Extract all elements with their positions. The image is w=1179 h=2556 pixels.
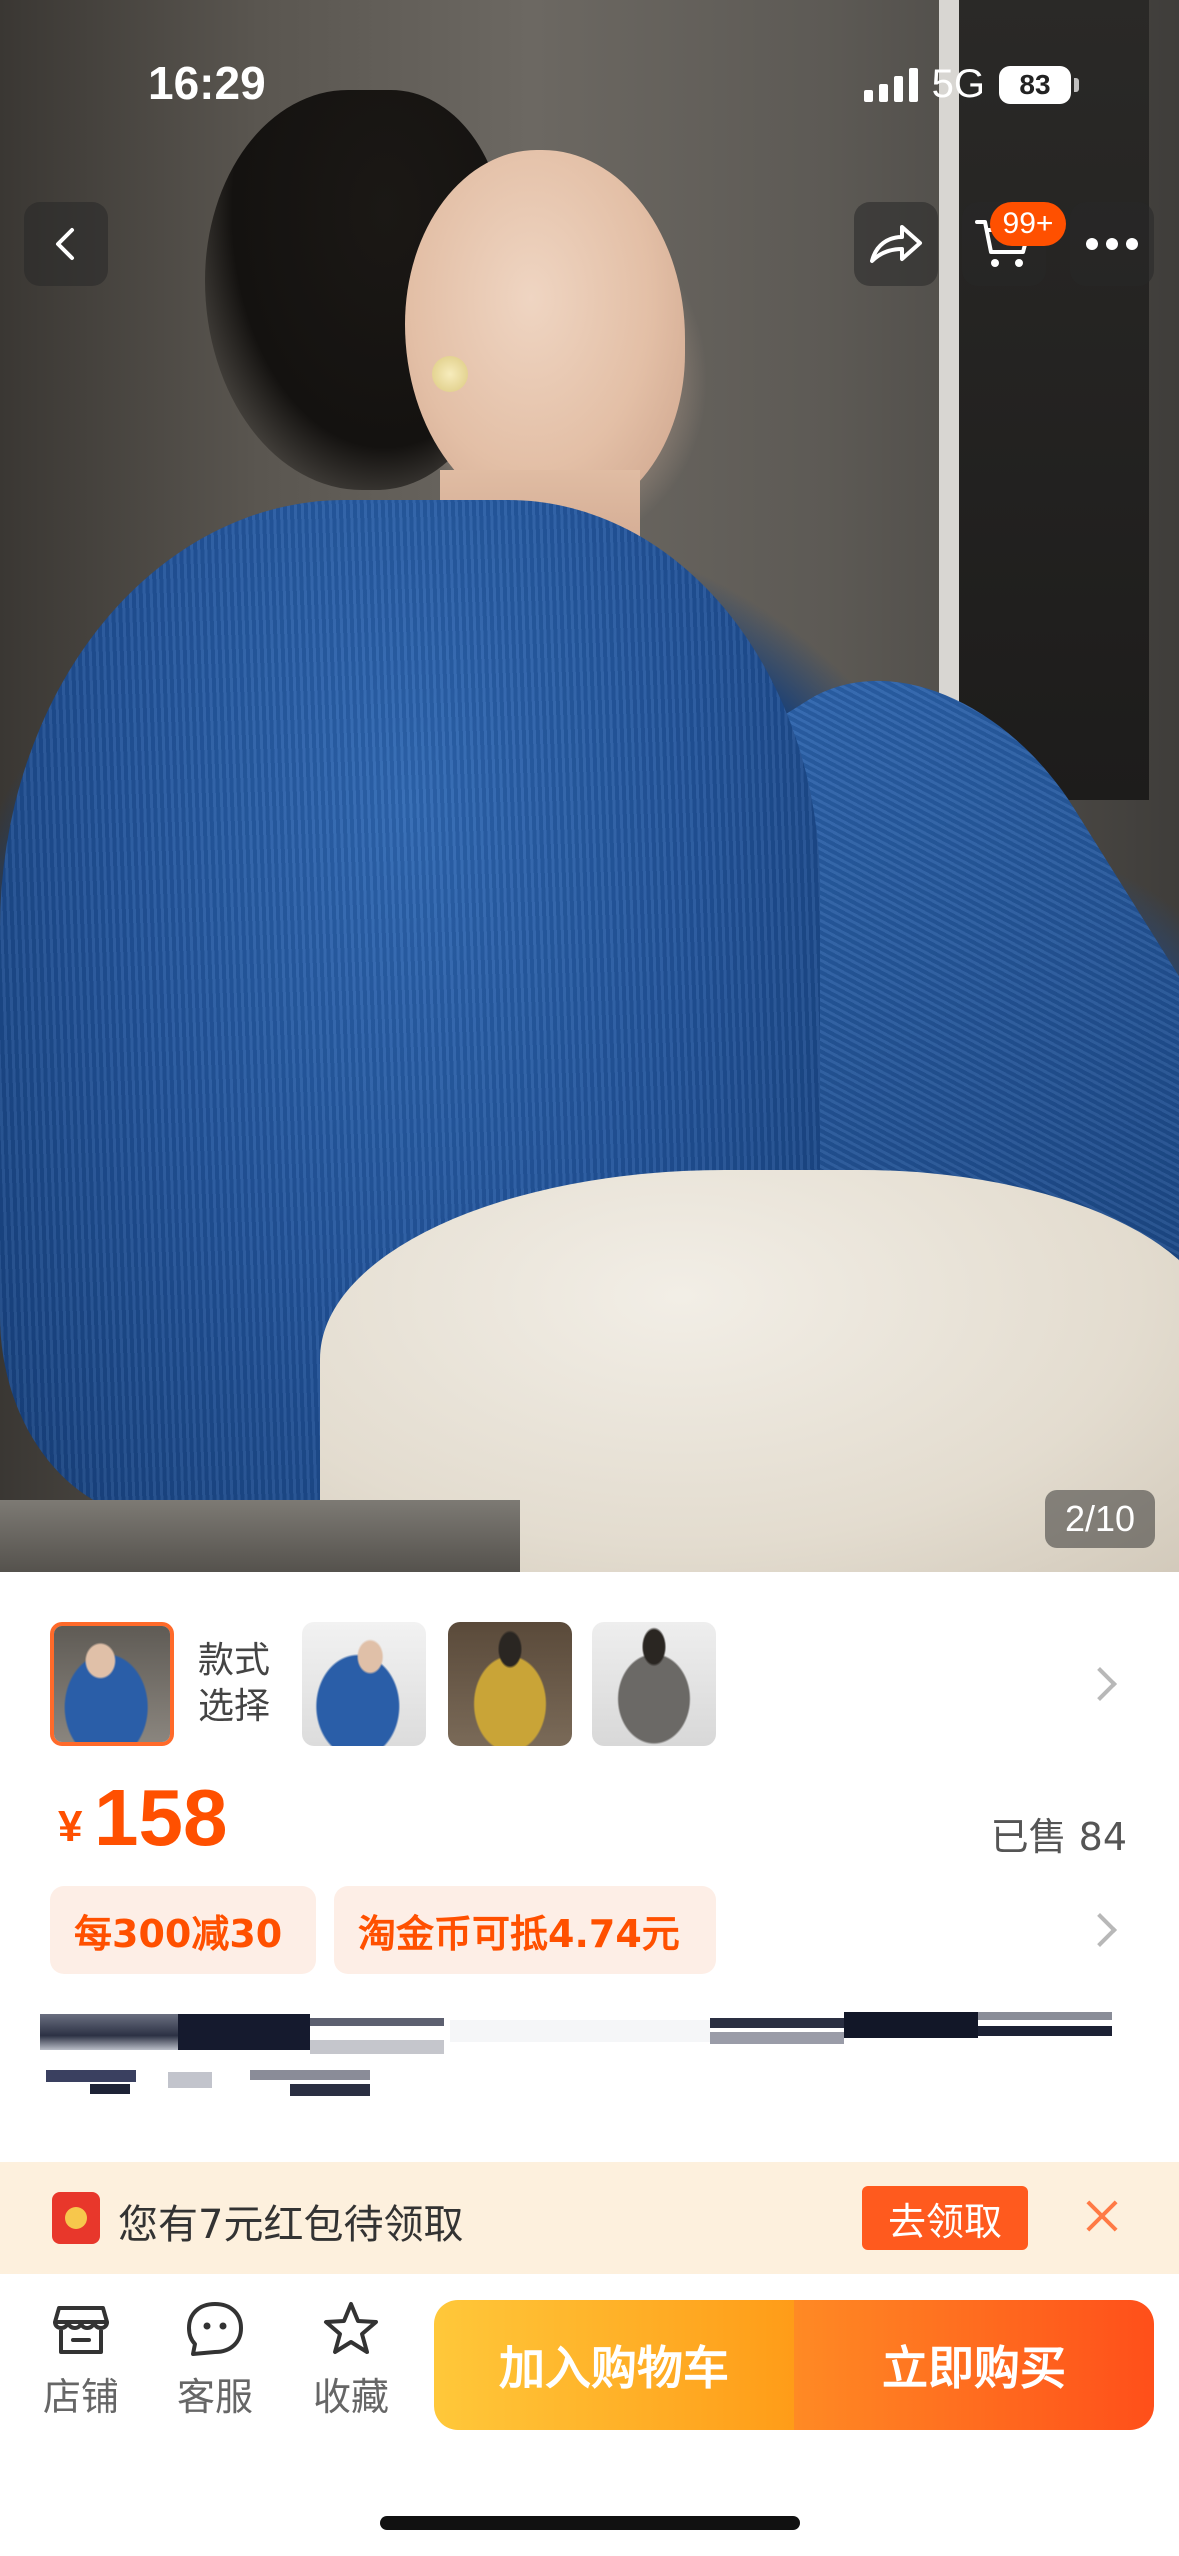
tab-store[interactable]: 店铺 [26,2300,136,2421]
red-packet-text: 您有7元红包待领取 [118,2202,464,2248]
style-thumb-4[interactable] [592,1622,716,1746]
close-icon[interactable] [1082,2196,1122,2236]
claim-button[interactable]: 去领取 [862,2186,1028,2250]
network-type: 5G [931,62,985,106]
battery-icon: 83 [999,65,1079,104]
tab-favorite-label: 收藏 [312,2375,389,2419]
tab-store-label: 店铺 [42,2375,119,2419]
buy-now-button[interactable]: 立即购买 [794,2300,1154,2430]
style-thumb-3[interactable] [448,1622,572,1746]
back-button[interactable] [24,202,108,286]
home-indicator[interactable] [380,2516,800,2530]
model-face [405,150,685,520]
style-select-label[interactable]: 款式 选择 [198,1638,288,1730]
battery-level: 83 [999,65,1071,104]
add-to-cart-button[interactable]: 加入购物车 [434,2300,794,2430]
promo-discount[interactable]: 每300减30 [50,1886,316,1974]
red-packet-icon [52,2192,100,2244]
star-icon [324,2302,378,2354]
signal-icon [863,67,918,102]
share-icon [870,225,922,263]
tab-service-label: 客服 [176,2375,253,2419]
status-time: 16:29 [148,57,266,109]
promo-coins[interactable]: 淘金币可抵4.74元 [334,1886,716,1974]
chevron-left-icon [56,228,74,260]
chevron-right-icon[interactable] [1083,1913,1117,1947]
price-value: 158 [94,1773,228,1862]
image-counter: 2/10 [1045,1490,1155,1548]
model-earring [432,356,468,392]
sold-count: 已售 84 [990,1815,1127,1859]
background-window [939,0,1149,800]
status-indicators: 5G 83 [863,62,1079,107]
tab-favorite[interactable]: 收藏 [296,2300,406,2421]
more-button[interactable] [1070,202,1154,286]
store-icon [53,2306,109,2354]
more-dots-icon [1086,238,1138,250]
style-thumb-2[interactable] [302,1622,426,1746]
tab-service[interactable]: 客服 [160,2300,270,2421]
chevron-right-icon[interactable] [1083,1667,1117,1701]
bench [0,1500,520,1572]
chat-face-icon [187,2302,243,2356]
cart-badge: 99+ [990,202,1066,246]
share-button[interactable] [854,202,938,286]
style-thumb-1[interactable] [50,1622,174,1746]
price-currency: ¥ [58,1802,83,1851]
